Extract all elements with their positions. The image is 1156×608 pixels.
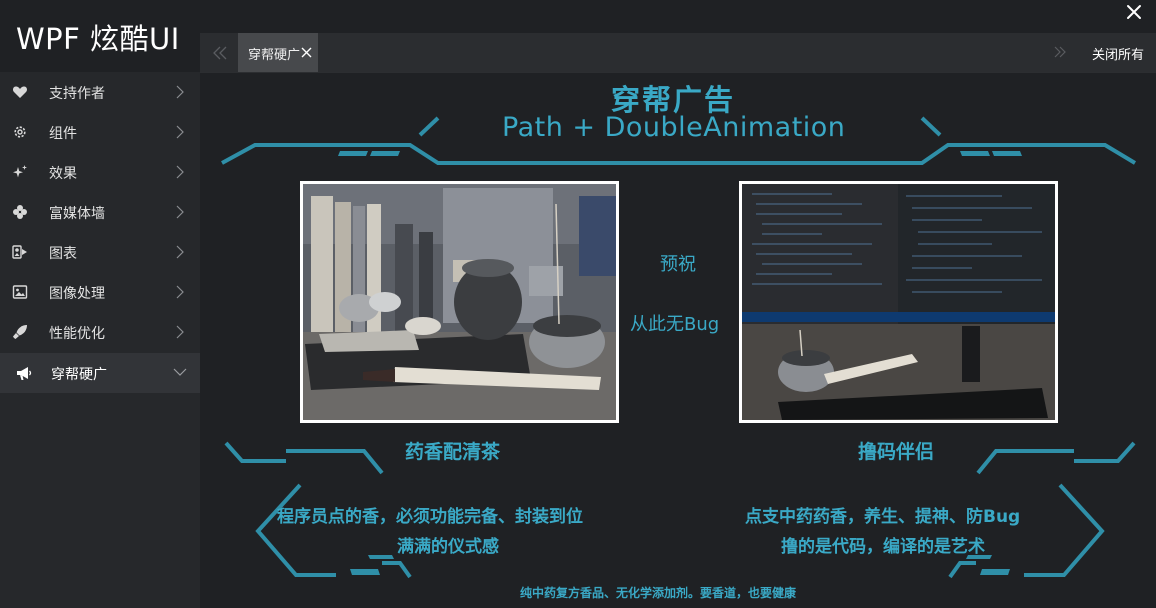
close-window-icon[interactable] xyxy=(1122,0,1146,24)
sidebar-item-label: 性能优化 xyxy=(49,326,105,342)
sidebar-item-label: 图像处理 xyxy=(49,286,105,302)
left-description-line2: 满满的仪式感 xyxy=(397,537,499,557)
sidebar-item-effects[interactable]: 效果 xyxy=(0,152,200,192)
sidebar-item-performance[interactable]: 性能优化 xyxy=(0,312,200,352)
chart-icon xyxy=(12,245,27,259)
center-wish-text: 预祝 xyxy=(660,254,696,275)
tab-ads[interactable]: 穿帮硬广 xyxy=(238,33,318,72)
sidebar-item-label: 支持作者 xyxy=(49,86,105,102)
sidebar-item-charts[interactable]: 图表 xyxy=(0,232,200,272)
tab-bar xyxy=(200,33,1156,72)
tab-scroll-right-icon[interactable] xyxy=(1052,44,1068,60)
sidebar-item-media-wall[interactable]: 富媒体墙 xyxy=(0,192,200,232)
right-description-line2: 撸的是代码，编译的是艺术 xyxy=(781,537,985,557)
heart-icon xyxy=(12,86,28,98)
clover-icon xyxy=(13,205,27,219)
close-tab-icon[interactable] xyxy=(301,47,312,58)
sidebar-item-label: 富媒体墙 xyxy=(49,206,105,222)
sidebar: 支持作者 组件 效果 富媒体墙 图表 图像处理 性能优化 穿帮硬广 xyxy=(0,72,200,608)
left-caption: 药香配清茶 xyxy=(405,441,501,463)
ad-content-panel: 穿帮广告 Path + DoubleAnimation 预祝 从此无Bug 药香… xyxy=(200,73,1156,608)
sidebar-item-label: 效果 xyxy=(49,166,77,182)
center-no-bug-text: 从此无Bug xyxy=(630,314,720,335)
right-description-line1: 点支中药药香，养生、提神、防Bug xyxy=(745,507,1021,527)
close-all-button[interactable]: 关闭所有 xyxy=(1092,44,1144,63)
sidebar-item-label: 图表 xyxy=(49,246,77,262)
chevron-right-icon xyxy=(176,125,184,139)
gear-icon xyxy=(14,126,26,138)
tab-scroll-left-icon[interactable] xyxy=(208,41,232,65)
sidebar-item-components[interactable]: 组件 xyxy=(0,112,200,152)
megaphone-icon xyxy=(17,367,32,380)
chevron-right-icon xyxy=(176,85,184,99)
sidebar-item-ads[interactable]: 穿帮硬广 xyxy=(0,353,200,393)
image-icon xyxy=(12,285,28,299)
sparkle-icon xyxy=(13,165,27,178)
rocket-icon xyxy=(13,325,27,339)
footer-tagline: 纯中药复方香品、无化学添加剂。要香道，也要健康 xyxy=(520,586,797,600)
chevron-right-icon xyxy=(176,245,184,259)
sidebar-item-support-author[interactable]: 支持作者 xyxy=(0,72,200,112)
chevron-right-icon xyxy=(176,285,184,299)
chevron-down-icon xyxy=(173,368,187,376)
sidebar-item-label: 组件 xyxy=(49,126,77,142)
ad-subtitle: Path + DoubleAnimation xyxy=(502,112,846,143)
left-description-line1: 程序员点的香，必须功能完备、封装到位 xyxy=(277,507,583,527)
chevron-right-icon xyxy=(176,165,184,179)
sidebar-item-image-processing[interactable]: 图像处理 xyxy=(0,272,200,312)
incense-tea-photo xyxy=(300,181,619,423)
chevron-right-icon xyxy=(176,205,184,219)
tab-label: 穿帮硬广 xyxy=(248,48,301,63)
sidebar-item-label: 穿帮硬广 xyxy=(51,367,107,383)
right-caption: 撸码伴侣 xyxy=(858,441,935,463)
coding-desk-photo xyxy=(739,181,1058,423)
chevron-right-icon xyxy=(176,325,184,339)
app-title: WPF 炫酷UI xyxy=(16,22,180,56)
